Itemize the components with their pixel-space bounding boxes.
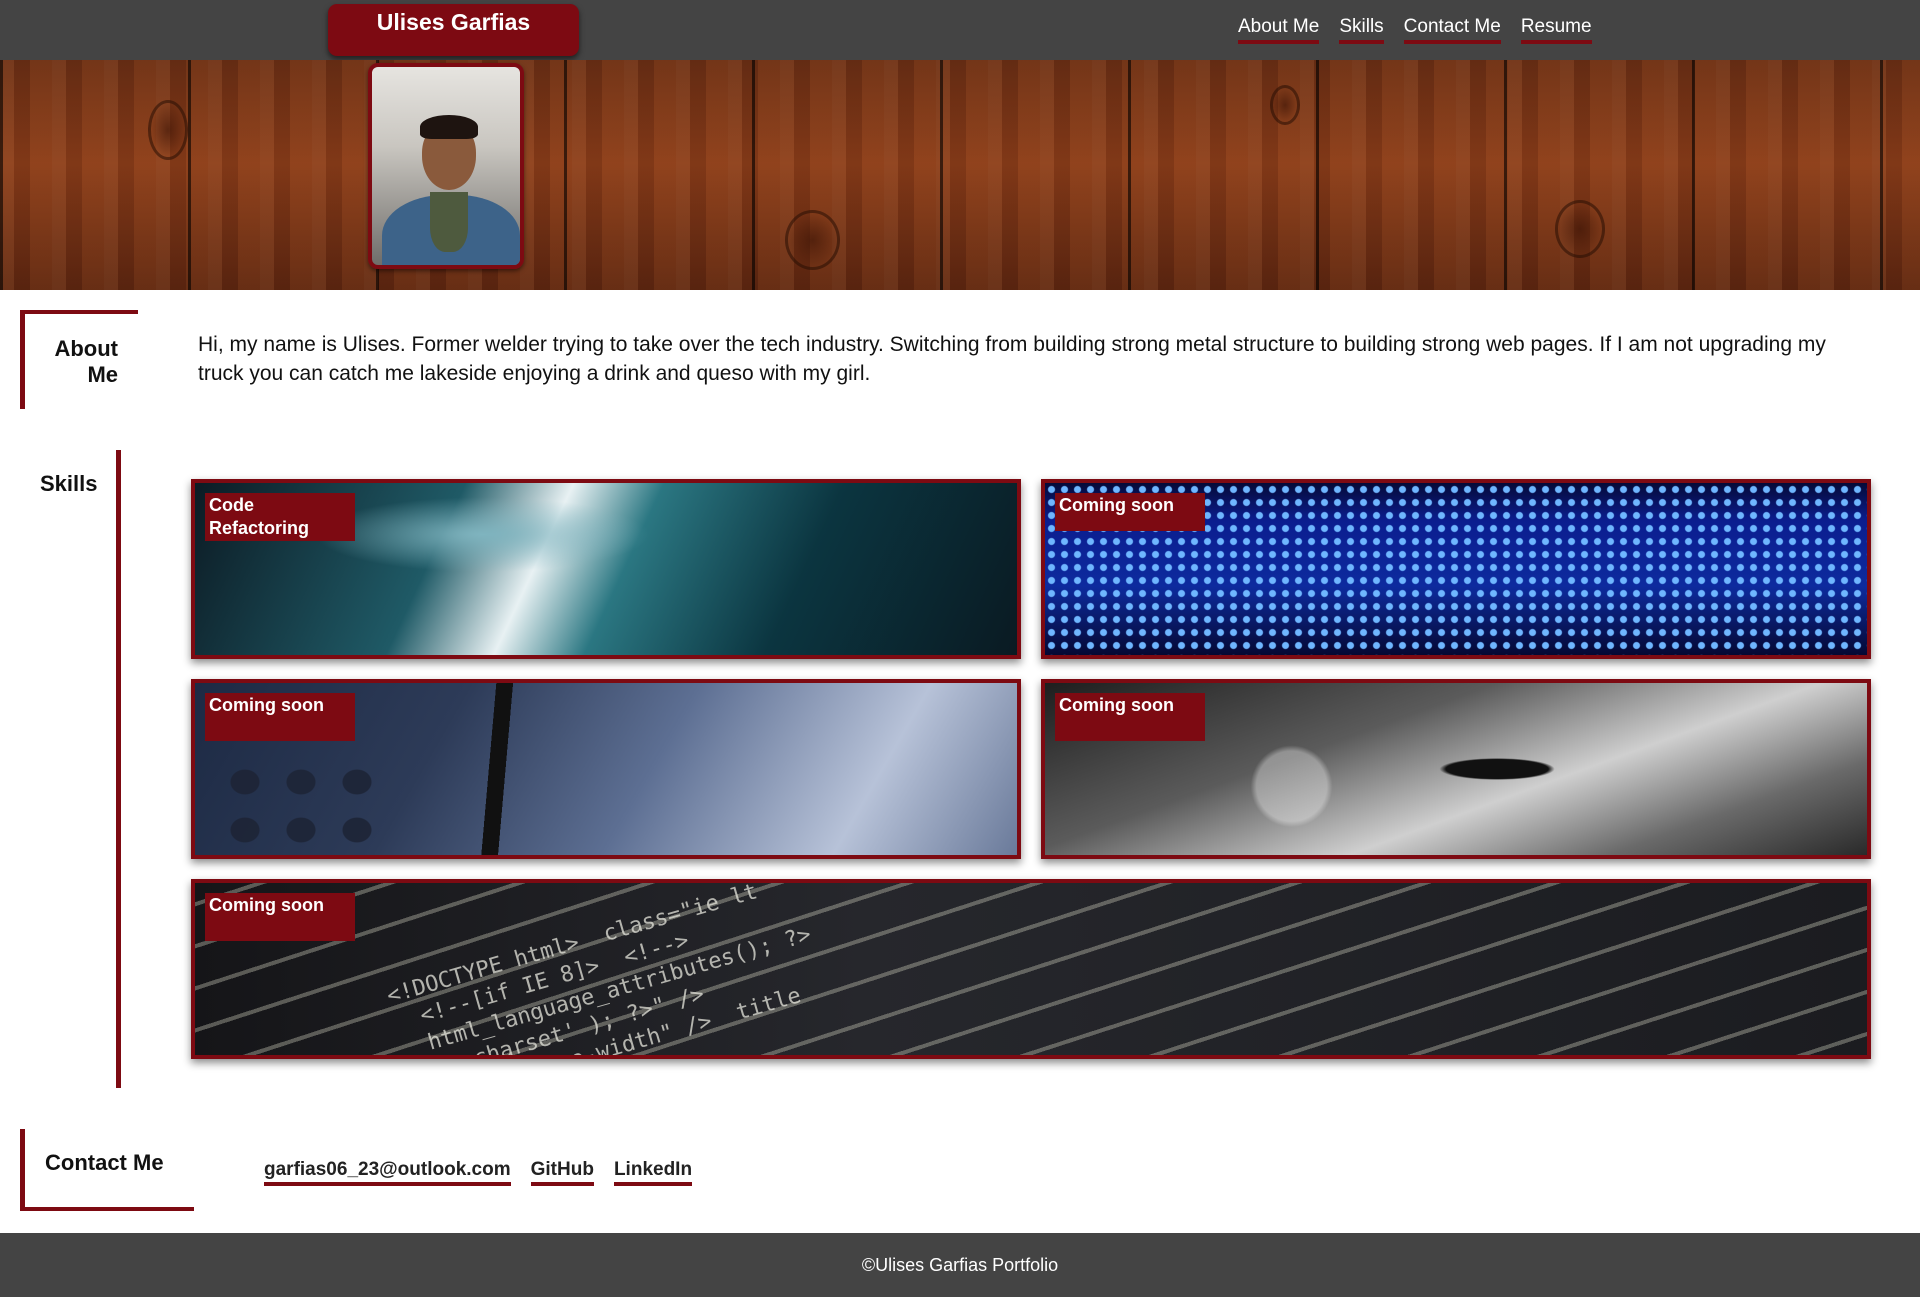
github-link[interactable]: GitHub (530, 1159, 594, 1186)
skill-card-2[interactable]: Coming soon (1041, 479, 1871, 659)
avatar-hair (420, 115, 478, 139)
skill-card-label: Coming soon (1055, 493, 1205, 531)
nav-link-contact-me[interactable]: Contact Me (1403, 16, 1501, 44)
site-brand-title[interactable]: Ulises Garfias (328, 4, 579, 56)
top-navigation-bar: Ulises Garfias About Me Skills Contact M… (0, 0, 1920, 60)
skill-card-label: Code Refactoring (205, 493, 355, 541)
skill-card-5[interactable]: <!DOCTYPE html> class="ie lt <!--[if IE … (191, 879, 1871, 1059)
footer: ©Ulises Garfias Portfolio (0, 1233, 1920, 1297)
skill-card-label: Coming soon (205, 893, 355, 941)
contact-section-title: Contact Me (45, 1150, 164, 1175)
wood-knot (1270, 85, 1300, 125)
skill-card-4[interactable]: Coming soon (1041, 679, 1871, 859)
about-paragraph: Hi, my name is Ulises. Former welder try… (198, 333, 1826, 385)
linkedin-link[interactable]: LinkedIn (613, 1159, 693, 1186)
nav-link-skills[interactable]: Skills (1339, 16, 1384, 44)
email-link[interactable]: garfias06_23@outlook.com (264, 1159, 511, 1186)
profile-photo (368, 63, 524, 269)
skills-section-title: Skills (40, 471, 98, 496)
wood-hero-banner (0, 60, 1920, 290)
skill-card-code-refactoring[interactable]: Code Refactoring (191, 479, 1021, 659)
avatar-shirt (430, 192, 468, 252)
skills-section-line (116, 450, 121, 1088)
footer-copyright: ©Ulises Garfias Portfolio (861, 1255, 1059, 1275)
about-section-title: About Me (40, 336, 118, 388)
skill-card-3[interactable]: Coming soon (191, 679, 1021, 859)
about-title-line-2: Me (87, 362, 118, 387)
contact-links: garfias06_23@outlook.com GitHub LinkedIn (264, 1159, 693, 1186)
calculator-keys-image (217, 758, 397, 855)
main-nav: About Me Skills Contact Me Resume (1238, 16, 1592, 44)
about-title-line-1: About (54, 336, 118, 361)
nav-link-about-me[interactable]: About Me (1238, 16, 1320, 44)
skill-card-label: Coming soon (205, 693, 355, 741)
code-image-text: <!DOCTYPE html> class="ie lt <!--[if IE … (384, 879, 814, 1059)
skill-card-label: Coming soon (1055, 693, 1205, 741)
nav-link-resume[interactable]: Resume (1520, 16, 1592, 44)
wood-knot (785, 210, 840, 270)
wood-knot (148, 100, 188, 160)
wood-knot (1555, 200, 1605, 258)
